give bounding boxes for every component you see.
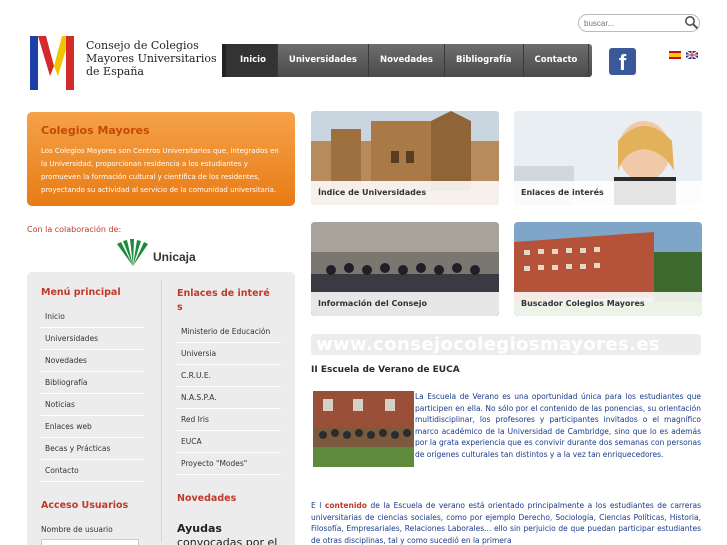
tile-caption: Índice de Universidades [311, 181, 499, 205]
novedades-item-sub: convocadas por el [177, 536, 278, 545]
menu-item-becas[interactable]: Becas y Prácticas [41, 438, 144, 460]
username-input[interactable] [41, 539, 139, 545]
colab-label: Con la colaboración de: [27, 225, 122, 234]
hero-title: Colegios Mayores [41, 124, 150, 137]
logo-line-2: Mayores Universitarios [86, 52, 217, 65]
menu-principal-title: Menú principal [41, 287, 121, 298]
link-euca[interactable]: EUCA [177, 431, 281, 453]
search-input[interactable] [578, 14, 700, 32]
hero-text: Los Colegios Mayores son Centros Univers… [41, 147, 279, 194]
tile-caption: Información del Consejo [311, 292, 499, 316]
logo-line-1: Consejo de Colegios [86, 39, 199, 52]
enlaces-title: Enlaces de interé s [177, 287, 270, 315]
enlaces-title-line1: Enlaces de interé [177, 288, 270, 299]
tile-caption: Enlaces de interés [514, 181, 702, 205]
article-paragraph-2: E l contenido de la Escuela de verano es… [311, 500, 701, 545]
tile-caption: Buscador Colegios Mayores [514, 292, 702, 316]
article-p2-prefix: E l [311, 501, 325, 510]
menu-item-contacto[interactable]: Contacto [41, 460, 144, 482]
search-icon[interactable] [684, 15, 699, 30]
spanish-flag-icon[interactable] [669, 44, 681, 59]
nav-item-novedades[interactable]: Novedades [369, 44, 445, 77]
nav-item-inicio[interactable]: Inicio [222, 44, 278, 77]
tile-indice-universidades[interactable]: Índice de Universidades [311, 111, 499, 205]
nav-item-bibliografia[interactable]: Bibliografía [445, 44, 524, 77]
colegios-mayores-box: Colegios Mayores Los Colegios Mayores so… [27, 112, 295, 206]
link-red-iris[interactable]: Red Iris [177, 409, 281, 431]
enlaces-menu: Ministerio de Educación Universia C.R.U.… [177, 321, 281, 475]
tile-buscador-colegios[interactable]: Buscador Colegios Mayores [514, 222, 702, 316]
novedades-title: Novedades [177, 493, 237, 504]
menu-item-inicio[interactable]: Inicio [41, 306, 144, 328]
site-logo[interactable]: Consejo de Colegios Mayores Universitari… [30, 36, 220, 92]
nav-item-universidades[interactable]: Universidades [278, 44, 369, 77]
menu-item-novedades[interactable]: Novedades [41, 350, 144, 372]
menu-item-noticias[interactable]: Noticias [41, 394, 144, 416]
article-paragraph-1: La Escuela de Verano es una oportunidad … [415, 392, 701, 459]
tile-informacion-consejo[interactable]: Información del Consejo [311, 222, 499, 316]
menu-principal: Inicio Universidades Novedades Bibliogra… [41, 306, 144, 482]
username-label: Nombre de usuario [41, 525, 113, 534]
novedades-item[interactable]: Ayudas convocadas por el [177, 522, 277, 545]
article-p2-rest: de la Escuela de verano está orientado p… [311, 501, 701, 545]
menu-item-bibliografia[interactable]: Bibliografía [41, 372, 144, 394]
main-nav: Inicio Universidades Novedades Bibliogra… [222, 44, 592, 77]
unicaja-fan-icon [117, 239, 148, 266]
link-proyecto-modes[interactable]: Proyecto "Modes" [177, 453, 281, 475]
facebook-icon[interactable]: f [609, 48, 636, 75]
unicaja-wordmark: Unicaja [153, 250, 196, 264]
article-p2-bold: contenido [324, 501, 367, 510]
enlaces-title-line2: s [177, 302, 183, 313]
logo-text: Consejo de Colegios Mayores Universitari… [86, 39, 217, 78]
novedades-item-title: Ayudas [177, 522, 222, 535]
link-crue[interactable]: C.R.U.E. [177, 365, 281, 387]
acceso-title: Acceso Usuarios [41, 500, 129, 511]
domain-banner: www.consejocolegiosmayores.es [311, 334, 701, 355]
logo-mark [30, 36, 74, 90]
link-ministerio[interactable]: Ministerio de Educación [177, 321, 281, 343]
article-title[interactable]: II Escuela de Verano de EUCA [311, 365, 460, 375]
link-naspa[interactable]: N.A.S.P.A. [177, 387, 281, 409]
unicaja-logo[interactable]: Unicaja [113, 238, 213, 268]
menu-item-universidades[interactable]: Universidades [41, 328, 144, 350]
menu-item-enlaces-web[interactable]: Enlaces web [41, 416, 144, 438]
english-flag-icon[interactable] [685, 44, 699, 60]
logo-line-3: de España [86, 65, 144, 78]
panel-divider [161, 280, 162, 542]
article-photo-group [313, 391, 414, 467]
tile-enlaces-interes[interactable]: Enlaces de interés [514, 111, 702, 205]
link-universia[interactable]: Universia [177, 343, 281, 365]
nav-item-contacto[interactable]: Contacto [524, 44, 590, 77]
